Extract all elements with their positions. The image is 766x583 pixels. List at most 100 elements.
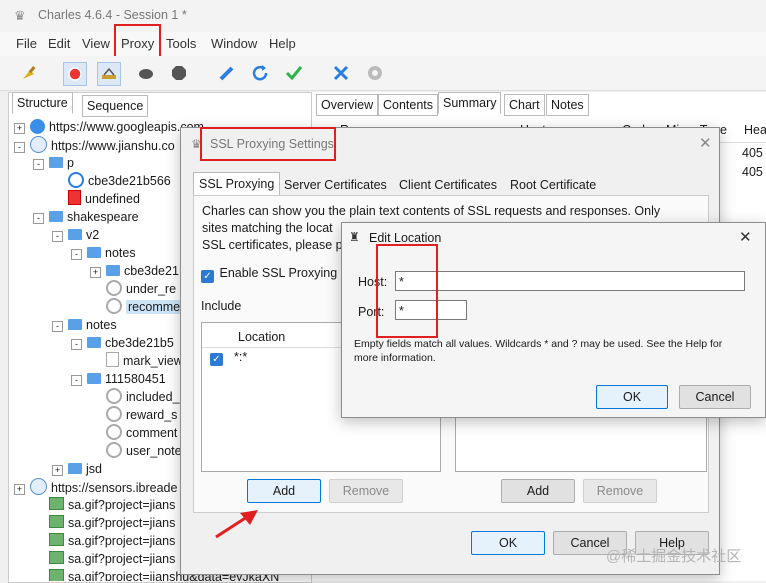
tree-item[interactable]: included_: [90, 388, 180, 406]
tree-item[interactable]: + https://www.googleapis.com: [14, 118, 204, 136]
refresh-icon[interactable]: [249, 62, 271, 84]
tab-server-certificates[interactable]: Server Certificates: [281, 175, 390, 195]
collapse-icon[interactable]: -: [71, 339, 82, 350]
broom-icon[interactable]: [18, 62, 40, 84]
tree-item[interactable]: - notes: [52, 316, 117, 334]
tree-item[interactable]: comment: [90, 424, 177, 442]
exclude-remove-button[interactable]: Remove: [583, 479, 657, 503]
menu-help[interactable]: Help: [269, 36, 296, 51]
menu-view[interactable]: View: [82, 36, 110, 51]
request-icon: [106, 424, 122, 440]
tab-summary[interactable]: Summary: [438, 92, 502, 114]
col-headers[interactable]: Hea: [744, 123, 766, 137]
edit-ok-button[interactable]: OK: [596, 385, 668, 409]
collapse-icon[interactable]: -: [52, 321, 63, 332]
tree-item[interactable]: + https://sensors.ibreade: [14, 478, 177, 496]
settings-gear-icon[interactable]: [364, 62, 386, 84]
request-icon: [106, 298, 122, 314]
menu-tools[interactable]: Tools: [166, 36, 196, 51]
tree-item[interactable]: sa.gif?project=jians: [33, 514, 175, 532]
tree-item[interactable]: + cbe3de21: [90, 262, 179, 280]
compose-icon[interactable]: [216, 62, 238, 84]
tree-item-label: included_: [126, 390, 180, 404]
validate-check-icon[interactable]: [283, 62, 305, 84]
tree-item-label: p: [67, 156, 74, 170]
tab-contents[interactable]: Contents: [378, 94, 439, 116]
tree-item[interactable]: -p: [33, 154, 74, 172]
include-row-location[interactable]: *:*: [234, 350, 247, 364]
tree-item[interactable]: + jsd: [52, 460, 102, 478]
tab-root-certificate[interactable]: Root Certificate: [507, 175, 599, 195]
folder-icon: [49, 157, 63, 168]
toolbar: [0, 56, 766, 91]
tree-item[interactable]: sa.gif?project=jians: [33, 532, 175, 550]
host-input[interactable]: *: [395, 271, 745, 291]
collapse-icon[interactable]: -: [52, 231, 63, 242]
tab-structure[interactable]: Structure: [12, 92, 73, 114]
throttle-icon[interactable]: [97, 62, 121, 86]
tree-item[interactable]: mark_view: [90, 352, 183, 370]
tree-item[interactable]: - cbe3de21b5: [71, 334, 174, 352]
row-enabled-checkbox[interactable]: ✓: [210, 353, 223, 366]
tree-item[interactable]: undefined: [52, 190, 140, 208]
stop-icon[interactable]: [168, 62, 190, 84]
tree-item-label: https://www.jianshu.co: [51, 139, 175, 153]
folder-icon: [106, 265, 120, 276]
tree-item[interactable]: user_note: [90, 442, 182, 460]
edit-cancel-button[interactable]: Cancel: [679, 385, 751, 409]
tree-item[interactable]: recomme: [90, 298, 183, 316]
tree-item[interactable]: - 111580451: [71, 370, 166, 388]
enable-ssl-label: Enable SSL Proxying: [219, 266, 338, 280]
expand-icon[interactable]: +: [14, 123, 25, 134]
image-icon: [49, 551, 64, 564]
tree-item[interactable]: cbe3de21b566: [52, 172, 171, 190]
collapse-icon[interactable]: -: [71, 249, 82, 260]
tree-item[interactable]: - https://www.jianshu.co: [14, 136, 175, 154]
expand-icon[interactable]: +: [90, 267, 101, 278]
collapse-icon[interactable]: -: [33, 159, 44, 170]
close-icon[interactable]: ✕: [739, 228, 752, 246]
col-location[interactable]: Location: [238, 330, 285, 344]
collapse-icon[interactable]: -: [33, 213, 44, 224]
tree-item[interactable]: reward_s: [90, 406, 177, 424]
menu-edit[interactable]: Edit: [48, 36, 70, 51]
record-icon[interactable]: [63, 62, 87, 86]
tree-item[interactable]: - v2: [52, 226, 99, 244]
tree-item-label: undefined: [85, 192, 140, 206]
tab-chart[interactable]: Chart: [504, 94, 545, 116]
ssl-ok-button[interactable]: OK: [471, 531, 545, 555]
tree-item-label: under_re: [126, 282, 177, 296]
tab-sequence[interactable]: Sequence: [82, 95, 149, 117]
collapse-icon[interactable]: -: [71, 375, 82, 386]
expand-icon[interactable]: +: [14, 484, 25, 495]
tree-item-label: sa.gif?project=jians: [68, 498, 176, 512]
exclude-add-button[interactable]: Add: [501, 479, 575, 503]
enable-ssl-proxying-checkbox[interactable]: ✓ Enable SSL Proxying: [201, 266, 337, 283]
tab-ssl-proxying[interactable]: SSL Proxying: [193, 172, 281, 195]
tree-item-label: user_note: [126, 444, 182, 458]
collapse-icon[interactable]: -: [14, 142, 25, 153]
tree-item[interactable]: - shakespeare: [33, 208, 139, 226]
tree-item-label: v2: [86, 228, 100, 242]
turtle-icon[interactable]: [135, 62, 157, 84]
tree-item-label: cbe3de21b566: [88, 174, 171, 188]
tab-overview[interactable]: Overview: [316, 94, 379, 116]
tree-item[interactable]: sa.gif?project=jians: [33, 496, 175, 514]
include-remove-button[interactable]: Remove: [329, 479, 403, 503]
close-icon[interactable]: ✕: [699, 134, 712, 152]
include-add-button[interactable]: Add: [247, 479, 321, 503]
menu-window[interactable]: Window: [211, 36, 257, 51]
error-icon: [68, 190, 81, 205]
expand-icon[interactable]: +: [52, 465, 63, 476]
tree-item[interactable]: under_re: [90, 280, 176, 298]
menu-file[interactable]: File: [16, 36, 37, 51]
tab-notes[interactable]: Notes: [546, 94, 589, 116]
left-tabs: Structure Sequence: [8, 92, 308, 117]
window-title: Charles 4.6.4 - Session 1 *: [38, 8, 187, 22]
tree-item[interactable]: sa.gif?project=jians: [33, 550, 175, 568]
tools-icon[interactable]: [330, 62, 352, 84]
tab-client-certificates[interactable]: Client Certificates: [396, 175, 500, 195]
ssl-description-line-1: Charles can show you the plain text cont…: [202, 204, 661, 218]
tree-item[interactable]: - notes: [71, 244, 136, 262]
image-icon: [49, 515, 64, 528]
